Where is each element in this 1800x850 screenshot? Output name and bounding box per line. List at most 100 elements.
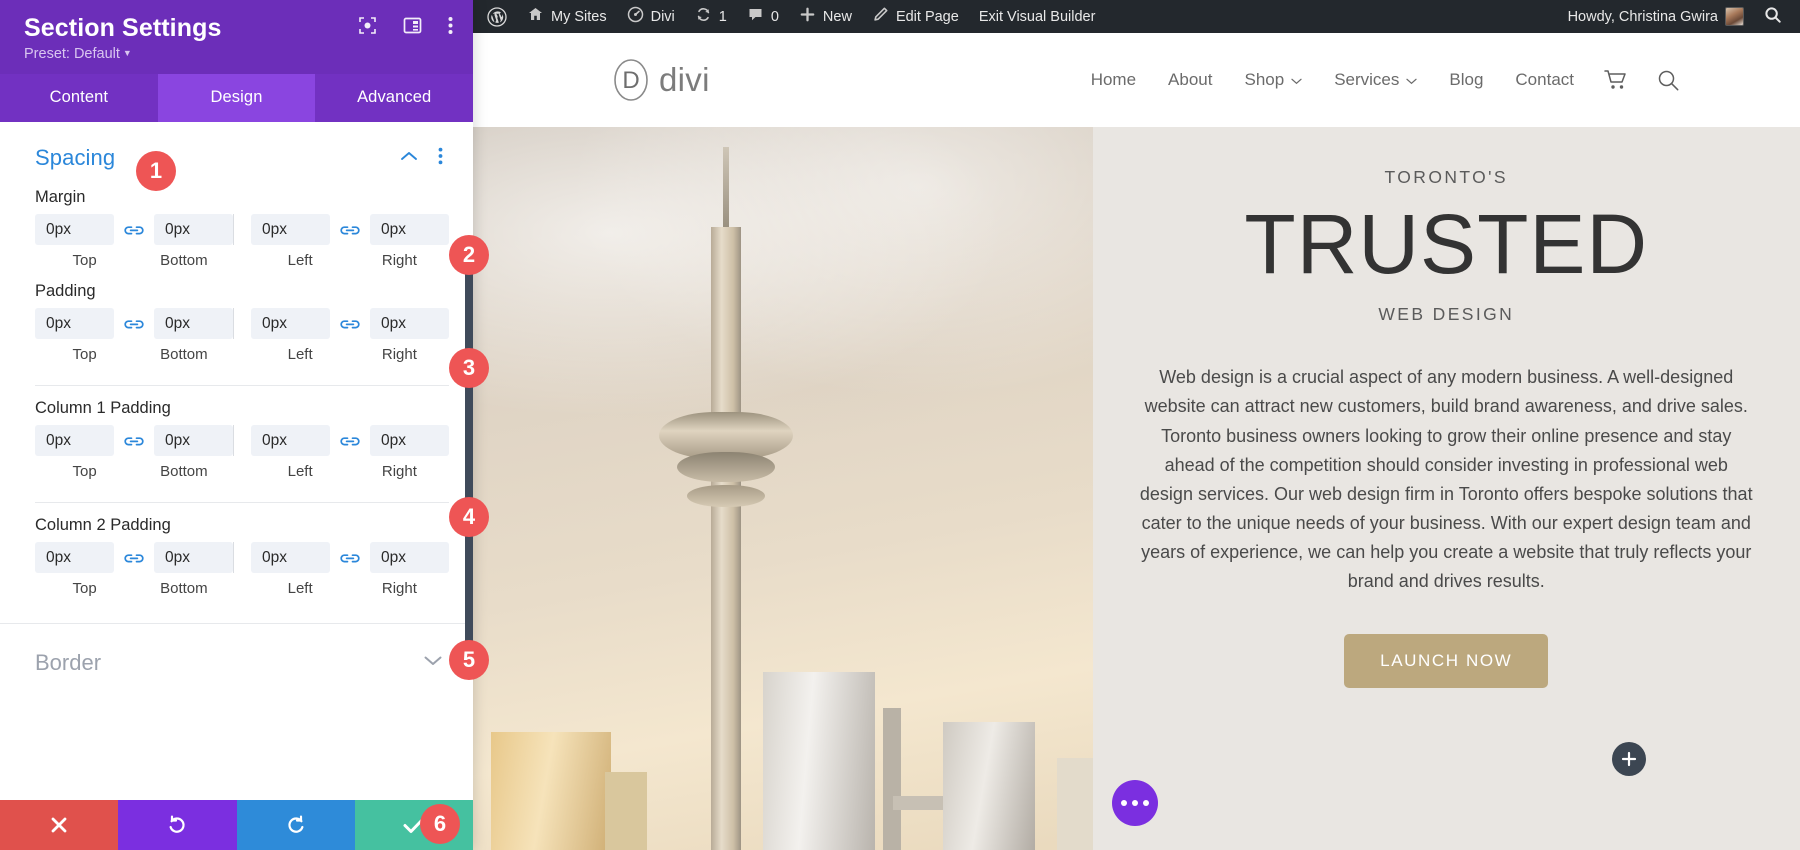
column1-leftright-link-icon[interactable] [330, 434, 370, 448]
margin-left-sublabel: Left [251, 245, 350, 269]
updates-count: 1 [719, 9, 727, 25]
hero-text-column: TORONTO'S TRUSTED WEB DESIGN Web design … [1093, 127, 1800, 850]
column2-padding-sublabels: Top Bottom Left Right [35, 573, 449, 597]
nav-item-shop[interactable]: Shop [1228, 70, 1318, 90]
column1-padding-right-input[interactable]: 0px [370, 425, 449, 456]
nav-label: Contact [1515, 70, 1574, 90]
padding-left-sublabel: Left [251, 339, 350, 363]
column2-topbottom-link-icon[interactable] [114, 551, 154, 565]
chevron-up-icon[interactable] [400, 149, 418, 167]
column2-leftright-link-icon[interactable] [330, 551, 370, 565]
column2-padding-top-input[interactable]: 0px [35, 542, 114, 573]
border-group-header[interactable]: Border [0, 623, 473, 702]
wordpress-logo-icon[interactable] [473, 0, 517, 33]
column1-padding-bottom-input[interactable]: 0px [154, 425, 233, 456]
preset-selector[interactable]: Preset: Default▼ [24, 46, 451, 62]
updates-refresh-icon [695, 6, 712, 27]
margin-top-input[interactable]: 0px [35, 214, 114, 245]
nav-label: Home [1091, 70, 1136, 90]
nav-label: Shop [1244, 70, 1284, 90]
margin-left-input[interactable]: 0px [251, 214, 330, 245]
callout-badge-2: 2 [449, 235, 489, 275]
column2-right-sublabel: Right [350, 573, 449, 597]
margin-leftright-link-icon[interactable] [330, 223, 370, 237]
edit-page-menu[interactable]: Edit Page [862, 0, 969, 33]
new-menu[interactable]: New [789, 0, 862, 33]
padding-left-input[interactable]: 0px [251, 308, 330, 339]
padding-right-input[interactable]: 0px [370, 308, 449, 339]
sites-house-icon [527, 6, 544, 27]
admin-search-button[interactable] [1754, 0, 1800, 33]
nav-label: Blog [1449, 70, 1483, 90]
add-section-fab-plus-icon[interactable] [1612, 742, 1646, 776]
nav-item-blog[interactable]: Blog [1433, 70, 1499, 90]
search-magnifier-icon[interactable] [1643, 69, 1694, 92]
shopping-cart-icon[interactable] [1590, 69, 1643, 91]
column1-padding-label: Column 1 Padding [35, 399, 449, 418]
padding-bottom-sublabel: Bottom [134, 339, 233, 363]
layout-panel-icon[interactable] [403, 16, 422, 40]
undo-button[interactable] [118, 800, 236, 850]
margin-label: Margin [35, 188, 449, 207]
new-label: New [823, 9, 852, 25]
tab-content[interactable]: Content [0, 74, 158, 122]
account-menu[interactable]: Howdy, Christina Gwira [1558, 0, 1754, 33]
my-sites-label: My Sites [551, 9, 607, 25]
section-settings-fab-ellipsis-horizontal-icon[interactable] [1112, 780, 1158, 826]
callout-number: 3 [463, 355, 475, 381]
column2-padding-left-input[interactable]: 0px [251, 542, 330, 573]
preset-label: Preset: Default [24, 46, 120, 62]
margin-right-input[interactable]: 0px [370, 214, 449, 245]
spacing-group-header: Spacing [0, 122, 473, 175]
redo-button[interactable] [237, 800, 355, 850]
padding-bottom-input[interactable]: 0px [154, 308, 233, 339]
padding-leftright-link-icon[interactable] [330, 317, 370, 331]
margin-topbottom-link-icon[interactable] [114, 223, 154, 237]
tab-advanced[interactable]: Advanced [315, 74, 473, 122]
column1-padding-top-input[interactable]: 0px [35, 425, 114, 456]
callout-badge-1: 1 [136, 151, 176, 191]
column2-top-sublabel: Top [35, 573, 134, 597]
site-logo[interactable]: D divi [605, 54, 710, 106]
site-header: D divi Home About Shop Services Blog Con… [473, 33, 1800, 127]
panel-scrollbar-thumb[interactable] [465, 244, 473, 644]
divi-speedometer-icon [627, 6, 644, 27]
padding-top-input[interactable]: 0px [35, 308, 114, 339]
discard-button[interactable] [0, 800, 118, 850]
plus-icon [799, 6, 816, 27]
launch-now-button[interactable]: LAUNCH NOW [1344, 634, 1548, 688]
divider [35, 385, 449, 386]
column2-padding-right-input[interactable]: 0px [370, 542, 449, 573]
focus-target-icon[interactable] [358, 16, 377, 40]
comments-count: 0 [771, 9, 779, 25]
padding-topbottom-link-icon[interactable] [114, 317, 154, 331]
padding-sublabels: Top Bottom Left Right [35, 339, 449, 363]
primary-navigation: Home About Shop Services Blog Contact [1075, 69, 1694, 92]
tab-design[interactable]: Design [158, 74, 316, 122]
my-sites-menu[interactable]: My Sites [517, 0, 617, 33]
margin-bottom-input[interactable]: 0px [154, 214, 233, 245]
updates-menu[interactable]: 1 [685, 0, 737, 33]
comments-menu[interactable]: 0 [737, 0, 789, 33]
svg-text:D: D [622, 67, 639, 94]
nav-item-home[interactable]: Home [1075, 70, 1152, 90]
nav-item-about[interactable]: About [1152, 70, 1228, 90]
column2-padding-bottom-input[interactable]: 0px [154, 542, 233, 573]
panel-scrollbar[interactable] [465, 122, 473, 800]
more-vertical-icon[interactable] [448, 16, 453, 40]
nav-item-services[interactable]: Services [1318, 70, 1433, 90]
padding-top-sublabel: Top [35, 339, 134, 363]
divider [35, 502, 449, 503]
column1-topbottom-link-icon[interactable] [114, 434, 154, 448]
pencil-icon [872, 6, 889, 27]
margin-bottom-sublabel: Bottom [134, 245, 233, 269]
spacing-options-more-vertical-icon[interactable] [438, 147, 443, 170]
column1-padding-left-input[interactable]: 0px [251, 425, 330, 456]
exit-visual-builder-button[interactable]: Exit Visual Builder [969, 0, 1106, 33]
exit-visual-builder-label: Exit Visual Builder [979, 9, 1096, 25]
nav-item-contact[interactable]: Contact [1499, 70, 1590, 90]
column1-left-sublabel: Left [251, 456, 350, 480]
divi-menu[interactable]: Divi [617, 0, 685, 33]
chevron-down-icon[interactable] [423, 654, 443, 672]
column2-padding-label: Column 2 Padding [35, 516, 449, 535]
